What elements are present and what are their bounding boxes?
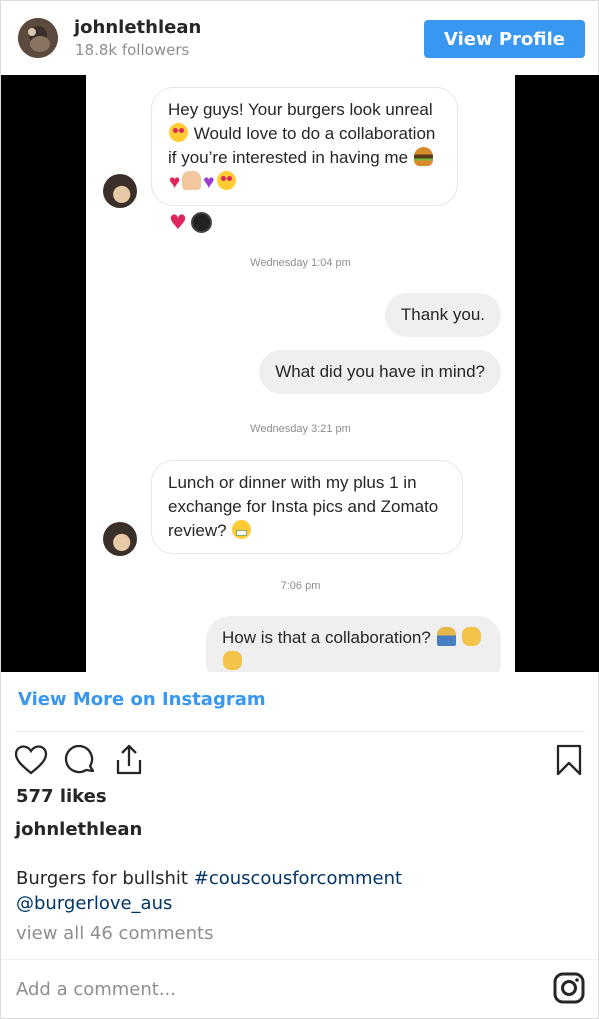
- mention-link[interactable]: @burgerlove_aus: [16, 893, 172, 914]
- view-all-comments-link[interactable]: view all 46 comments: [16, 923, 213, 944]
- profile-username[interactable]: johnlethlean: [74, 17, 201, 38]
- sender-avatar: [103, 522, 137, 556]
- grimacing-emoji: [232, 520, 252, 539]
- comment-icon[interactable]: [62, 742, 98, 778]
- profile-avatar[interactable]: [18, 18, 58, 58]
- message-bubble: Hey guys! Your burgers look unreal Would…: [151, 87, 458, 206]
- red-heart-emoji: ♥: [169, 172, 181, 193]
- message-bubble: How is that a collaboration?: [206, 616, 501, 672]
- post-media[interactable]: Hey guys! Your burgers look unreal Would…: [1, 75, 599, 672]
- caption-text: Burgers for bullshit: [16, 868, 188, 889]
- follower-count: 18.8k followers: [75, 41, 190, 59]
- bookmark-icon[interactable]: [551, 742, 587, 778]
- purple-heart-emoji: ♥: [203, 172, 215, 193]
- heart-eyes-emoji: [216, 171, 236, 190]
- message-bubble: Lunch or dinner with my plus 1 in exchan…: [151, 460, 463, 554]
- sender-avatar: [103, 174, 137, 208]
- reaction-heart-icon: ♥: [169, 210, 187, 234]
- message-text: Would love to do a collaboration if you’…: [168, 124, 436, 167]
- instagram-icon[interactable]: [552, 971, 588, 1007]
- timestamp: 7:06 pm: [280, 580, 321, 592]
- person-emoji: [436, 627, 456, 646]
- post-header: johnlethlean 18.8k followers View Profil…: [1, 1, 598, 75]
- clapping-emoji: [462, 627, 482, 646]
- add-comment-input[interactable]: Add a comment...: [16, 979, 176, 1000]
- message-text: Lunch or dinner with my plus 1 in exchan…: [168, 473, 439, 540]
- timestamp: Wednesday 1:04 pm: [250, 257, 351, 269]
- heart-icon[interactable]: [13, 742, 49, 778]
- share-icon[interactable]: [111, 742, 147, 778]
- burger-emoji: [413, 147, 433, 166]
- post-author[interactable]: johnlethlean: [15, 819, 142, 840]
- reaction-avatar: [191, 212, 212, 233]
- like-count[interactable]: 577 likes: [16, 786, 107, 807]
- view-profile-button[interactable]: View Profile: [424, 20, 585, 58]
- post-caption: Burgers for bullshit #couscousforcomment…: [16, 866, 576, 916]
- message-bubble: What did you have in mind?: [259, 350, 501, 394]
- dm-screenshot: Hey guys! Your burgers look unreal Would…: [86, 75, 515, 672]
- instagram-embed-card: johnlethlean 18.8k followers View Profil…: [0, 0, 599, 1019]
- heart-eyes-emoji: [169, 123, 188, 142]
- timestamp: Wednesday 3:21 pm: [250, 423, 351, 435]
- divider: [15, 731, 585, 732]
- hashtag-link[interactable]: #couscousforcomment: [194, 868, 402, 889]
- divider: [1, 959, 598, 960]
- view-more-link[interactable]: View More on Instagram: [18, 689, 266, 710]
- message-bubble: Thank you.: [384, 293, 501, 337]
- message-text: How is that a collaboration?: [222, 628, 431, 647]
- message-text: Hey guys! Your burgers look unreal: [168, 100, 433, 119]
- clapping-emoji: [223, 651, 242, 670]
- raised-hands-emoji: [182, 171, 202, 190]
